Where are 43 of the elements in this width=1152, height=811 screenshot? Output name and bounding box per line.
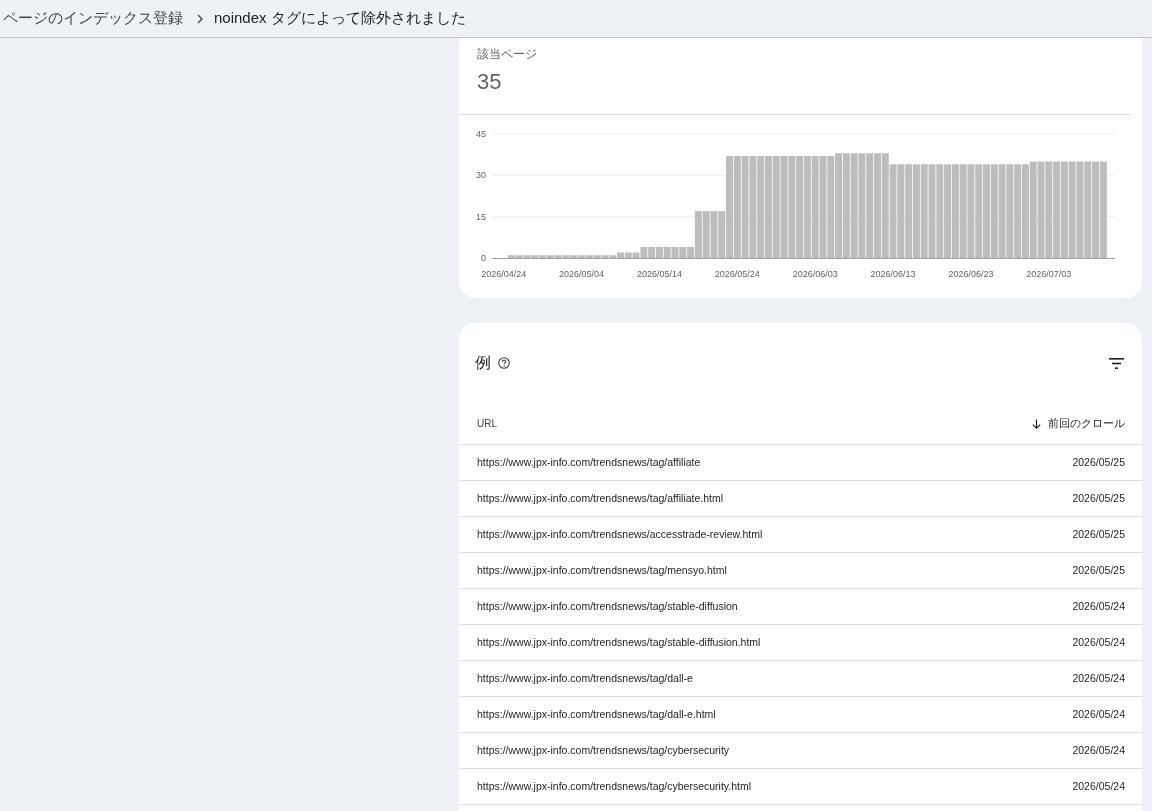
- metric-label: 該当ページ: [476, 46, 537, 62]
- sort-column-header[interactable]: 前回のクロール: [1032, 415, 1125, 432]
- x-axis-label: 2026/05/24: [714, 269, 760, 279]
- y-axis-label: 45: [476, 129, 486, 139]
- y-axis-label: 15: [476, 211, 486, 222]
- date-cell-text: 2026/05/24: [1072, 778, 1125, 794]
- date-cell-text: 2026/05/25: [1072, 454, 1125, 470]
- date-cell-text: 2026/05/24: [1072, 742, 1125, 758]
- date-cell-text: 2026/05/24: [1072, 706, 1125, 722]
- page-title: noindex タグによって除外されました: [214, 8, 466, 29]
- url-cell-text: https://www.jpx-info.com/trendsnews/tag/affiliate.html: [477, 490, 724, 506]
- y-axis-label: 30: [476, 170, 486, 181]
- filter-icon: [1109, 357, 1124, 369]
- breadcrumb-link[interactable]: ページのインデックス登録: [3, 7, 183, 30]
- help-icon[interactable]: [498, 357, 510, 369]
- x-axis-label: 2026/06/13: [870, 269, 916, 279]
- url-cell-text: https://www.jpx-info.com/trendsnews/tag/stable-diffusion.html: [477, 634, 761, 650]
- x-axis-label: 2026/06/23: [948, 269, 994, 279]
- x-axis-label: 2026/05/14: [636, 269, 682, 279]
- date-cell-text: 2026/05/25: [1072, 526, 1125, 542]
- url-cell-text: https://www.jpx-info.com/trendsnews/tag/dall-e: [477, 670, 693, 686]
- filter-button[interactable]: [1109, 357, 1124, 369]
- url-cell-text: https://www.jpx-info.com/trendsnews/tag/cybersecurity: [477, 742, 730, 758]
- url-cell-text: https://www.jpx-info.com/trendsnews/tag/mensyo.html: [477, 562, 727, 578]
- date-cell-text: 2026/05/24: [1072, 598, 1125, 614]
- column-header: URL: [477, 417, 497, 431]
- url-cell-text: https://www.jpx-info.com/trendsnews/tag/affiliate: [477, 454, 701, 470]
- date-cell-text: 2026/05/25: [1072, 562, 1125, 578]
- url-cell-text: https://www.jpx-info.com/trendsnews/tag/stable-diffusion: [477, 598, 738, 614]
- url-cell-text: https://www.jpx-info.com/trendsnews/accesstrade-review.html: [477, 526, 763, 542]
- x-axis-label: 2026/04/24: [481, 269, 527, 279]
- chevron-right-icon: [197, 13, 203, 24]
- date-cell-text: 2026/05/24: [1072, 634, 1125, 650]
- card-title: 例: [475, 353, 491, 373]
- date-cell-text: 2026/05/25: [1072, 490, 1125, 506]
- metric-value: 35: [476, 68, 502, 96]
- x-axis-label: 2026/07/03: [1026, 269, 1072, 279]
- x-axis-label: 2026/05/04: [559, 269, 605, 279]
- y-axis-label: 0: [481, 253, 486, 263]
- date-cell-text: 2026/05/24: [1072, 670, 1125, 686]
- url-cell-text: https://www.jpx-info.com/trendsnews/tag/cybersecurity.html: [477, 778, 752, 794]
- x-axis-label: 2026/06/03: [792, 269, 838, 279]
- url-cell-text: https://www.jpx-info.com/trendsnews/tag/dall-e.html: [477, 706, 716, 722]
